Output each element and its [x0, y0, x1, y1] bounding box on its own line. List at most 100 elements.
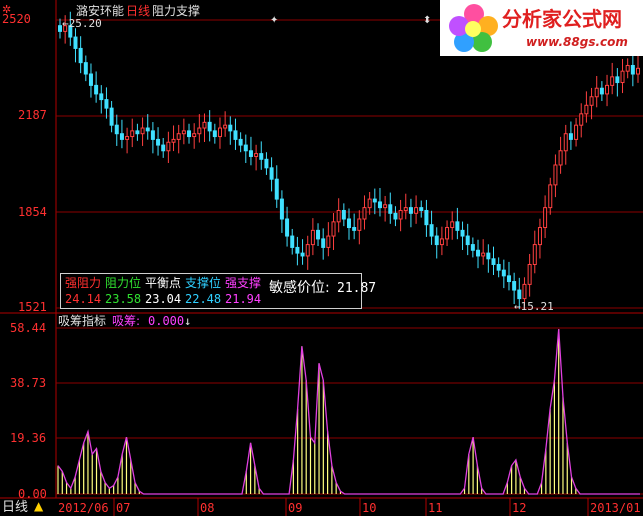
- candle-body: [615, 76, 620, 84]
- warning-triangle-icon[interactable]: ▲: [34, 500, 43, 513]
- candle-body: [589, 96, 594, 106]
- candle-body: [383, 204, 388, 209]
- candle-body: [254, 153, 259, 157]
- candle-body: [424, 209, 429, 226]
- candle-body: [99, 93, 104, 101]
- strong-resistance-label: 强阻力: [65, 276, 102, 290]
- indicator-series-value: 0.000↓: [148, 314, 192, 328]
- candle-body: [310, 229, 315, 246]
- candle-body: [584, 104, 589, 115]
- candle-body: [543, 207, 548, 229]
- candle-body: [279, 198, 284, 220]
- balance-value: 23.04: [145, 292, 182, 306]
- candlestick-series[interactable]: [58, 11, 640, 310]
- candle-body: [527, 263, 532, 285]
- site-logo[interactable]: 分析家公式网 www.88gs.com: [440, 0, 643, 56]
- period-tab[interactable]: 日线: [2, 501, 28, 514]
- candle-body: [114, 124, 119, 135]
- strong-support-value: 21.94: [225, 292, 262, 306]
- candle-body: [625, 64, 630, 72]
- candle-body: [377, 201, 382, 209]
- ind-tick-1: 58.44: [10, 321, 47, 335]
- logo-url: www.88gs.com: [526, 35, 628, 49]
- candle-body: [414, 207, 419, 214]
- candle-body: [274, 178, 279, 200]
- price-tick-3: 1854: [18, 205, 47, 219]
- indicator-title: 吸筹指标: [58, 314, 107, 328]
- candle-body: [486, 252, 491, 260]
- candle-body: [305, 244, 310, 257]
- candle-body: [558, 150, 563, 166]
- resistance-value: 23.58: [105, 292, 142, 306]
- marker-diamond-2: ⬍: [423, 15, 432, 26]
- candle-body: [605, 84, 610, 95]
- candle-body: [506, 275, 511, 283]
- candle-body: [233, 130, 238, 140]
- candle-body: [496, 263, 501, 271]
- candle-body: [481, 252, 486, 257]
- support-value: 22.48: [185, 292, 222, 306]
- sensitive-price-value: 21.87: [337, 281, 377, 296]
- candle-body: [460, 229, 465, 237]
- indicator-series-label: 吸筹:: [112, 314, 141, 328]
- candle-body: [181, 130, 186, 135]
- candle-body: [150, 130, 155, 140]
- candle-body: [579, 113, 584, 126]
- candle-body: [501, 269, 506, 277]
- candle-body: [109, 107, 114, 126]
- candle-body: [248, 150, 253, 157]
- candle-body: [517, 289, 522, 300]
- candle-body: [264, 158, 269, 169]
- candle-body: [352, 227, 357, 231]
- candle-body: [419, 207, 424, 211]
- stock-chart[interactable]: [0, 0, 643, 516]
- candle-body: [202, 121, 207, 129]
- candle-body: [347, 218, 351, 229]
- candle-body: [630, 64, 635, 75]
- candle-body: [187, 130, 192, 138]
- candle-body: [439, 238, 444, 246]
- strong-support-label: 强支撑: [225, 276, 262, 290]
- marker-diamond-1: ✦: [270, 15, 279, 26]
- candle-body: [243, 144, 248, 152]
- x-label-3: 08: [200, 501, 215, 515]
- flower-logo-icon: [449, 4, 498, 52]
- candle-body: [620, 70, 625, 84]
- candle-body: [408, 207, 413, 214]
- price-tick-2: 2187: [18, 108, 47, 122]
- candle-body: [207, 121, 212, 132]
- candle-body: [491, 258, 496, 265]
- candle-body: [88, 73, 93, 86]
- candle-body: [176, 133, 181, 140]
- candle-body: [212, 130, 217, 138]
- x-label-4: 09: [288, 501, 303, 515]
- candle-body: [83, 62, 88, 75]
- candle-body: [238, 138, 243, 146]
- candle-body: [434, 235, 439, 246]
- candle-body: [537, 227, 542, 246]
- x-label-2: 07: [116, 501, 131, 515]
- candle-body: [398, 209, 403, 220]
- candle-body: [522, 283, 527, 300]
- x-label-5: 10: [362, 501, 377, 515]
- candle-body: [336, 209, 341, 223]
- sensitive-price-label: 敏感价位:: [269, 280, 330, 296]
- x-label-6: 11: [428, 501, 443, 515]
- candle-body: [403, 207, 408, 211]
- candle-body: [532, 244, 537, 265]
- candle-body: [135, 130, 140, 135]
- candle-body: [610, 76, 615, 86]
- candle-body: [574, 124, 579, 140]
- candle-body: [166, 141, 171, 152]
- candle-body: [563, 133, 568, 152]
- x-label-8: 2013/01: [590, 501, 641, 515]
- candle-body: [512, 281, 517, 291]
- indicator-line: [57, 329, 640, 495]
- candle-body: [445, 227, 450, 240]
- candle-body: [145, 127, 150, 132]
- candle-body: [388, 204, 393, 214]
- resistance-label: 阻力位: [105, 276, 142, 290]
- candle-body: [367, 198, 372, 209]
- ind-tick-2: 38.73: [10, 376, 47, 390]
- candle-body: [119, 133, 124, 140]
